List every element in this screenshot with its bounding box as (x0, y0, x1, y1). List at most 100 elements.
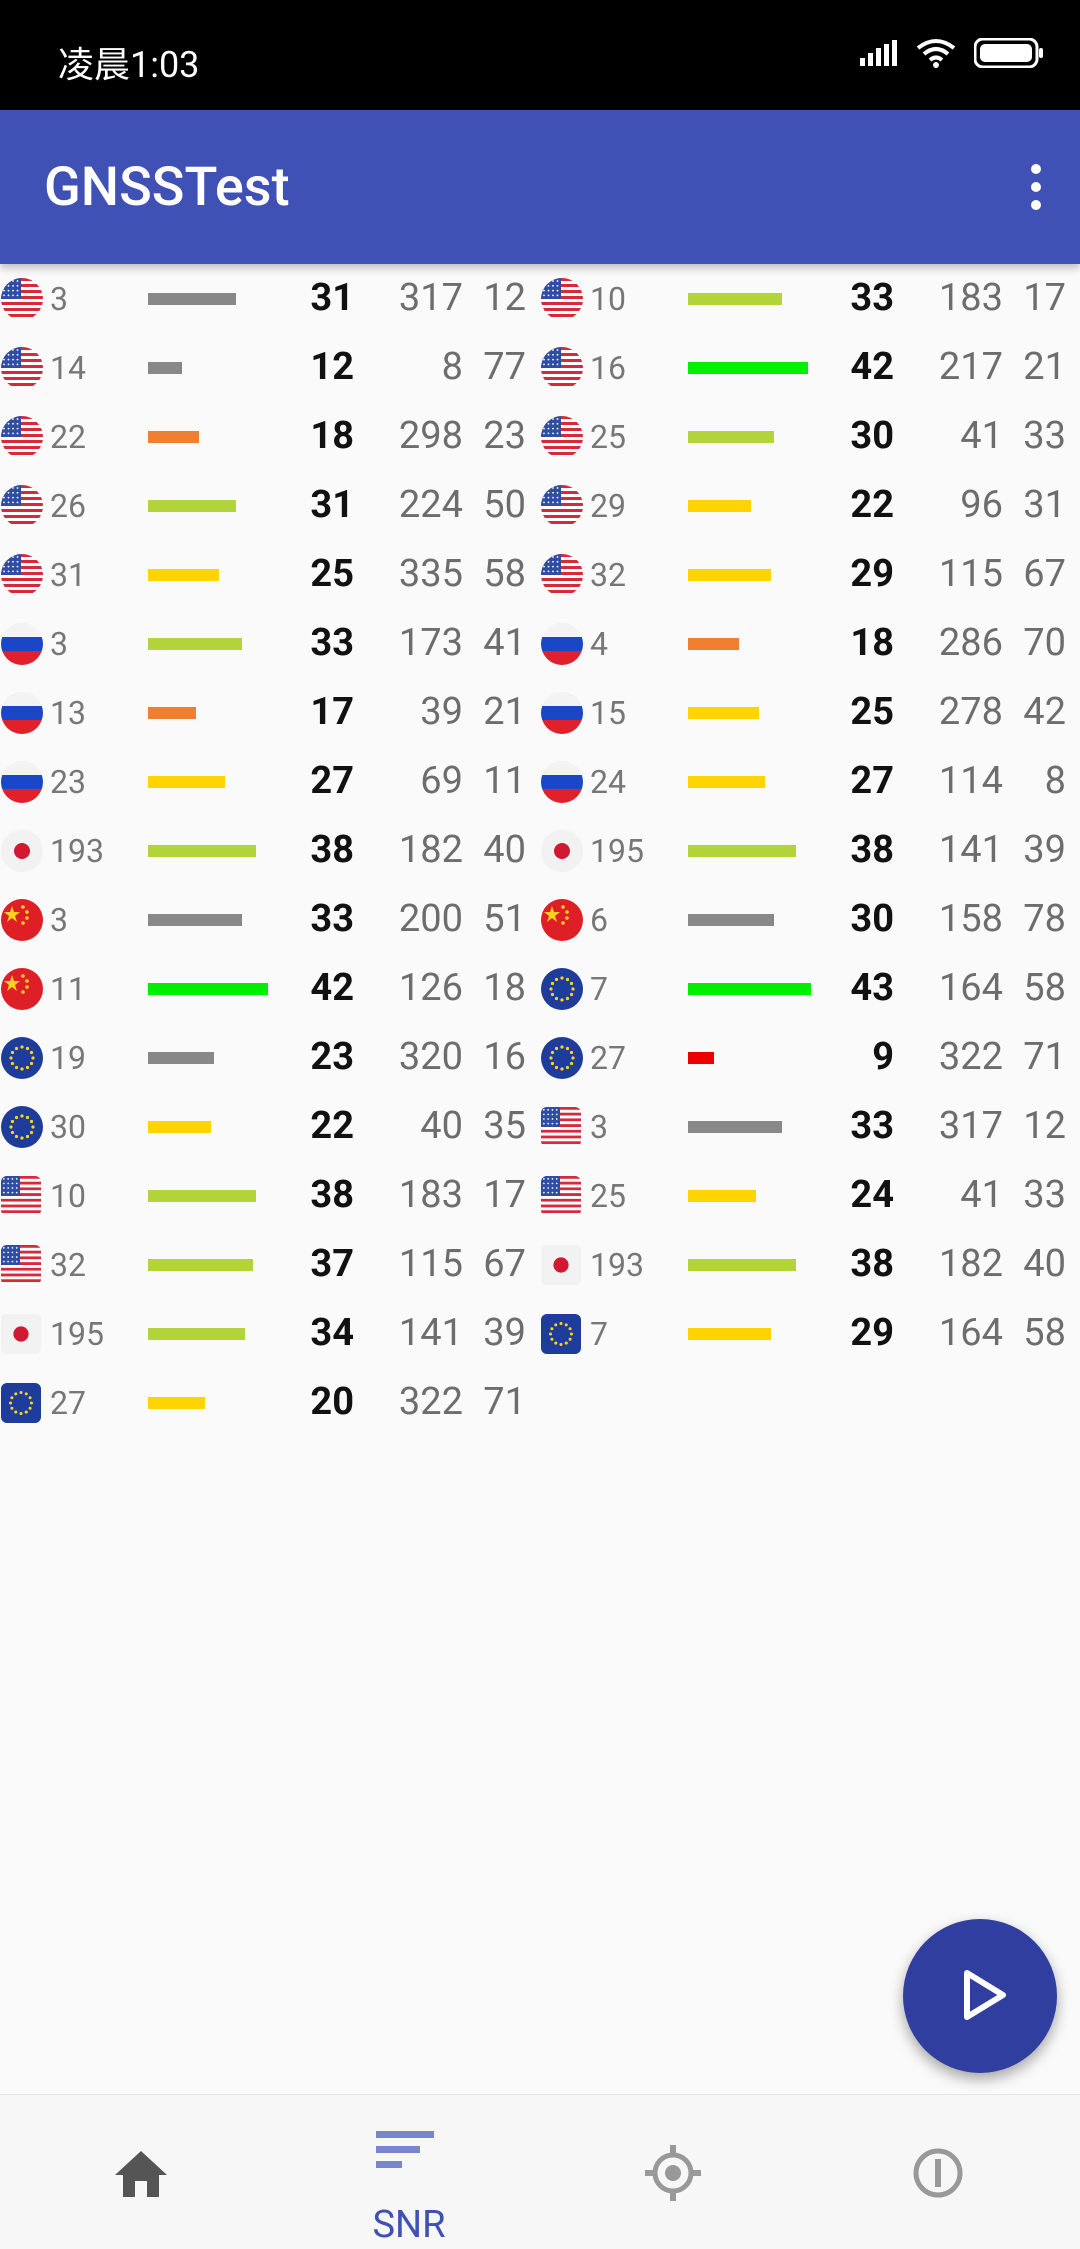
us-flag-icon (541, 485, 583, 527)
snr-value: 22 (310, 1104, 354, 1148)
satellite-row: 19 23 320 16 27 9 322 71 (0, 1025, 1080, 1094)
elevation-value: 17 (1023, 276, 1066, 320)
snr-bar (688, 569, 771, 581)
us-flag-icon (1, 1245, 41, 1285)
battery-icon (974, 38, 1043, 68)
snr-bar (148, 707, 196, 719)
overflow-menu-icon[interactable] (1028, 164, 1044, 214)
satellite-id: 3 (590, 1108, 608, 1146)
satellite-id: 30 (50, 1108, 86, 1146)
snr-bar (688, 1328, 771, 1340)
elevation-value: 21 (483, 690, 526, 734)
jp-flag-icon (1, 830, 43, 872)
elevation-value: 8 (1044, 759, 1066, 803)
snr-value: 33 (310, 621, 354, 665)
satellite-row: 3 33 173 41 4 18 286 70 (0, 611, 1080, 680)
azimuth-value: 115 (938, 552, 1003, 596)
snr-value: 22 (850, 483, 894, 527)
satellite-entry: 4 18 286 70 (540, 611, 1080, 680)
satellite-row: 195 34 141 39 7 29 164 58 (0, 1301, 1080, 1370)
nav-snr[interactable]: SNR (274, 2095, 544, 2249)
signal-icon (860, 40, 897, 66)
nav-info[interactable] (802, 2095, 1072, 2249)
satellite-entry: 10 38 183 17 (0, 1163, 540, 1232)
snr-bar (688, 1052, 714, 1064)
snr-value: 33 (850, 276, 894, 320)
satellite-row: 31 25 335 58 32 29 115 67 (0, 542, 1080, 611)
satellite-entry: 7 43 164 58 (540, 956, 1080, 1025)
snr-value: 30 (850, 897, 894, 941)
ru-flag-icon (541, 761, 583, 803)
elevation-value: 11 (483, 759, 526, 803)
satellite-id: 195 (50, 1315, 104, 1353)
us-flag-icon (1, 1176, 41, 1216)
azimuth-value: 322 (398, 1380, 463, 1424)
satellite-entry: 23 27 69 11 (0, 749, 540, 818)
us-flag-icon (1, 485, 43, 527)
satellite-entry: 7 29 164 58 (540, 1301, 1080, 1370)
satellite-id: 25 (590, 418, 626, 456)
satellite-entry: 3 33 173 41 (0, 611, 540, 680)
snr-value: 33 (850, 1104, 894, 1148)
satellite-id: 193 (590, 1246, 644, 1284)
satellite-entry: 25 24 41 33 (540, 1163, 1080, 1232)
snr-bar (148, 776, 225, 788)
snr-bar (148, 1121, 211, 1133)
satellite-id: 3 (50, 901, 68, 939)
satellite-id: 195 (590, 832, 644, 870)
azimuth-value: 141 (398, 1311, 463, 1355)
elevation-value: 16 (483, 1035, 526, 1079)
play-button[interactable] (903, 1919, 1057, 2073)
satellite-entry: 27 20 322 71 (0, 1370, 540, 1439)
snr-bar (688, 776, 765, 788)
snr-value: 17 (310, 690, 354, 734)
satellite-entry: 31 25 335 58 (0, 542, 540, 611)
snr-bar (688, 638, 739, 650)
snr-bar (148, 293, 236, 305)
satellite-entry: 10 33 183 17 (540, 266, 1080, 335)
eu-flag-icon (541, 968, 583, 1010)
elevation-value: 42 (1023, 690, 1066, 734)
azimuth-value: 317 (938, 1104, 1003, 1148)
snr-value: 29 (850, 1311, 894, 1355)
nav-gps[interactable] (538, 2095, 808, 2249)
satellite-row: 26 31 224 50 29 22 96 31 (0, 473, 1080, 542)
satellite-row: 32 37 115 67 193 38 182 40 (0, 1232, 1080, 1301)
elevation-value: 39 (1023, 828, 1066, 872)
snr-value: 25 (850, 690, 894, 734)
snr-value: 37 (310, 1242, 354, 1286)
azimuth-value: 286 (938, 621, 1003, 665)
satellite-row: 13 17 39 21 15 25 278 42 (0, 680, 1080, 749)
satellite-id: 16 (590, 349, 626, 387)
elevation-value: 17 (483, 1173, 526, 1217)
nav-home[interactable] (6, 2095, 276, 2249)
eu-flag-icon (1, 1383, 41, 1423)
elevation-value: 70 (1023, 621, 1066, 665)
azimuth-value: 200 (398, 897, 463, 941)
snr-value: 33 (310, 897, 354, 941)
satellite-id: 32 (590, 556, 626, 594)
satellite-id: 13 (50, 694, 86, 732)
app-title: GNSSTest (44, 156, 290, 219)
snr-bar (148, 983, 268, 995)
elevation-value: 40 (483, 828, 526, 872)
elevation-value: 33 (1023, 1173, 1066, 1217)
azimuth-value: 298 (398, 414, 463, 458)
eu-flag-icon (1, 1106, 43, 1148)
snr-bar (688, 293, 782, 305)
snr-value: 24 (850, 1173, 894, 1217)
elevation-value: 50 (483, 483, 526, 527)
us-flag-icon (541, 416, 583, 458)
snr-value: 31 (310, 483, 354, 527)
us-flag-icon (1, 278, 43, 320)
azimuth-value: 278 (938, 690, 1003, 734)
elevation-value: 12 (483, 276, 526, 320)
elevation-value: 51 (483, 897, 526, 941)
satellite-entry: 195 38 141 39 (540, 818, 1080, 887)
satellite-entry: 32 29 115 67 (540, 542, 1080, 611)
satellite-entry: 193 38 182 40 (540, 1232, 1080, 1301)
wifi-icon (916, 39, 956, 68)
azimuth-value: 183 (938, 276, 1003, 320)
eu-flag-icon (541, 1314, 581, 1354)
bottom-navigation: SNR (0, 2094, 1080, 2249)
